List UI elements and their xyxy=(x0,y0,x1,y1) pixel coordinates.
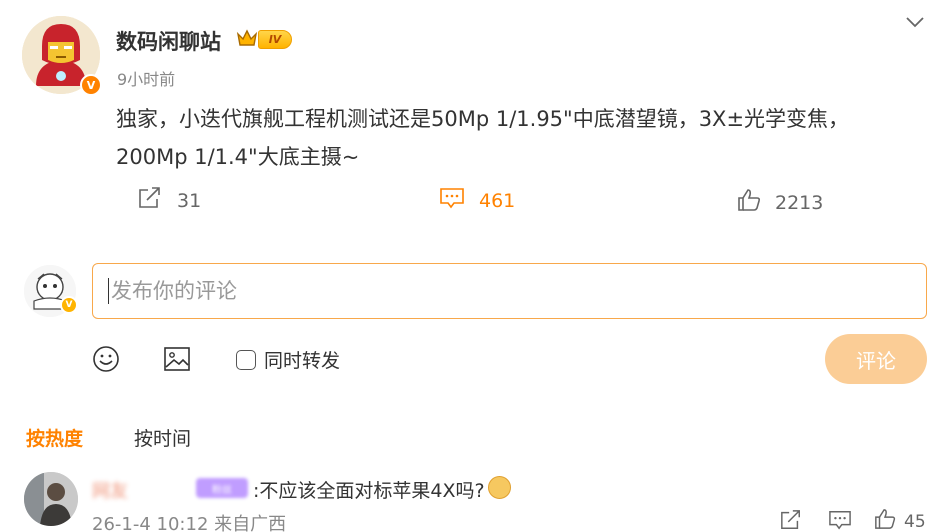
post-time[interactable]: 9小时前 xyxy=(117,66,175,90)
comment-count: 461 xyxy=(479,189,516,212)
post-text: 独家，小迭代旗舰工程机测试还是50Mp 1/1.95"中底潜望镜，3X±光学变焦… xyxy=(116,107,850,169)
verified-badge: V xyxy=(80,74,102,96)
commenter-name[interactable]: 网友 xyxy=(92,477,128,503)
emoji-icon[interactable] xyxy=(92,345,120,377)
sync-repost-label: 同时转发 xyxy=(264,350,341,372)
like-button[interactable]: 2213 xyxy=(737,188,823,217)
repost-icon xyxy=(137,186,163,215)
comment-icon xyxy=(439,186,465,215)
author-name[interactable]: 数码闲聊站 xyxy=(116,26,221,56)
image-icon[interactable] xyxy=(163,345,191,377)
sync-repost-toggle[interactable]: 同时转发 xyxy=(236,346,340,373)
repost-button[interactable]: 31 xyxy=(137,186,201,215)
input-caret xyxy=(108,278,109,304)
comment-input[interactable] xyxy=(92,263,927,319)
comment-reply-icon[interactable] xyxy=(828,509,852,532)
comment-meta: 26-1-4 10:12 来自广西 xyxy=(92,514,287,532)
sync-repost-checkbox[interactable] xyxy=(236,349,256,370)
like-icon xyxy=(737,188,761,217)
tab-sort-time[interactable]: 按时间 xyxy=(134,424,191,451)
weibo-post-page: V 数码闲聊站 IV 9小时前 独家，小迭代旗舰工程机测试还是50Mp 1/1.… xyxy=(0,0,946,532)
doge-emoji-icon xyxy=(488,476,511,499)
comment-button[interactable]: 461 xyxy=(439,186,515,215)
commenter-fan-badge: 粉丝 xyxy=(196,478,248,498)
commenter-avatar[interactable] xyxy=(24,472,78,526)
submit-comment-button[interactable]: 评论 xyxy=(825,334,927,384)
comment-like-icon xyxy=(874,508,896,532)
comment-text: :不应该全面对标苹果4X吗? xyxy=(253,480,485,502)
comment-like-button[interactable]: 45 xyxy=(874,508,926,532)
crown-icon xyxy=(236,28,258,52)
comment-like-count: 45 xyxy=(904,511,926,532)
comment-repost-icon[interactable] xyxy=(779,509,803,532)
repost-count: 31 xyxy=(177,189,202,212)
level-badge: IV xyxy=(258,30,292,49)
like-count: 2213 xyxy=(775,191,824,214)
tab-sort-hot[interactable]: 按热度 xyxy=(26,424,83,451)
my-verified-badge: V xyxy=(60,296,78,314)
more-chevron-icon[interactable] xyxy=(904,14,926,34)
